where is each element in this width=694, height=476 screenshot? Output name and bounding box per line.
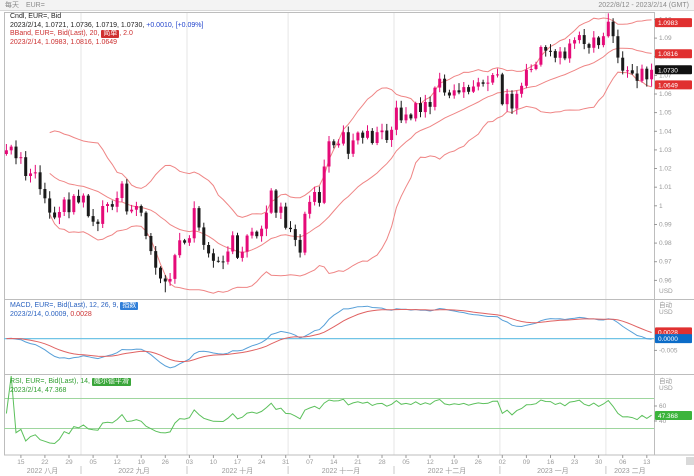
svg-text:-0.005: -0.005 <box>659 347 678 354</box>
macd-panel-legend: MACD, EUR=, Bid(Last), 12, 26, 9, 指数 202… <box>10 302 138 319</box>
svg-text:1.09: 1.09 <box>659 35 672 42</box>
panel-frames <box>4 13 694 466</box>
svg-text:1.06: 1.06 <box>659 91 672 98</box>
x-axis: 15 22 29 05 12 19 26 03 10 17 24 31 07 14 21 28 05 12 19 26… <box>17 455 651 475</box>
svg-text:05: 05 <box>89 459 97 466</box>
macd-legend-text: MACD, EUR=, Bid(Last), 12, 26, 9, <box>10 302 118 309</box>
svg-text:29: 29 <box>65 459 73 466</box>
svg-text:14: 14 <box>330 459 338 466</box>
svg-text:19: 19 <box>138 459 146 466</box>
svg-text:19: 19 <box>451 459 459 466</box>
svg-text:1.03: 1.03 <box>659 147 672 154</box>
svg-text:0.97: 0.97 <box>659 259 672 266</box>
macd-axis-unit-label: USD <box>659 309 673 316</box>
svg-text:22: 22 <box>41 459 49 466</box>
month-label: 2023 一月 <box>537 467 569 475</box>
bollinger-bands <box>50 18 652 293</box>
svg-text:0.96: 0.96 <box>659 277 672 284</box>
macd-axis: 自动USD-0.0050.00280.0000 <box>654 300 692 354</box>
svg-text:1.0816: 1.0816 <box>658 51 678 58</box>
svg-text:13: 13 <box>643 459 651 466</box>
svg-text:31: 31 <box>282 459 290 466</box>
svg-text:0.99: 0.99 <box>659 222 672 229</box>
bband-legend-values: 2023/2/14, 1.0983, 1.0816, 1.0649 <box>10 39 203 48</box>
rsi-axis-scale-label: 自动 <box>659 376 673 385</box>
svg-text:10: 10 <box>210 459 218 466</box>
svg-text:1.04: 1.04 <box>659 128 672 135</box>
macd-axis-scale-label: 自动 <box>659 300 673 309</box>
axis-corner-handle[interactable] <box>686 457 694 465</box>
rsi-smoothing-chip[interactable]: 威尔德平滑 <box>92 378 131 386</box>
rsi-legend-text: RSI, EUR=, Bid(Last), 14, <box>10 378 90 385</box>
macd-value: 2023/2/14, 0.0009, <box>10 311 68 318</box>
chart-canvas[interactable]: 1.101.091.081.071.061.051.041.031.021.01… <box>0 0 694 476</box>
svg-text:0.98: 0.98 <box>659 240 672 247</box>
month-label: 2022 八月 <box>27 467 59 475</box>
month-label: 2022 九月 <box>118 466 150 475</box>
bband-ma-type-chip[interactable]: 简单 <box>101 30 119 38</box>
svg-text:21: 21 <box>354 459 362 466</box>
svg-text:30: 30 <box>595 459 603 466</box>
svg-text:1.0983: 1.0983 <box>658 20 678 27</box>
rsi-value: 2023/2/14, 47.368 <box>10 387 66 394</box>
svg-text:23: 23 <box>571 459 579 466</box>
svg-text:1.05: 1.05 <box>659 110 672 117</box>
svg-text:28: 28 <box>378 459 386 466</box>
svg-text:1.01: 1.01 <box>659 184 672 191</box>
price-axis-unit-label: USD <box>659 288 673 295</box>
macd-signal-value: 0.0028 <box>70 311 91 318</box>
svg-text:26: 26 <box>162 459 170 466</box>
svg-text:05: 05 <box>402 459 410 466</box>
svg-text:02: 02 <box>499 459 507 466</box>
price-axis: 1.101.091.081.071.061.051.041.031.021.01… <box>654 17 692 296</box>
svg-text:16: 16 <box>547 459 555 466</box>
bband-legend-title: BBand, EUR=, Bid(Last), 20, 简单, 2.0 <box>10 30 203 39</box>
rsi-axis-unit-label: USD <box>659 385 673 392</box>
svg-text:12: 12 <box>113 459 121 466</box>
macd-legend-values: 2023/2/14, 0.0009, 0.0028 <box>10 311 138 320</box>
svg-text:06: 06 <box>619 459 627 466</box>
svg-text:07: 07 <box>306 459 314 466</box>
svg-text:09: 09 <box>523 459 531 466</box>
svg-text:1: 1 <box>659 203 663 210</box>
macd-ma-type-chip[interactable]: 指数 <box>120 302 138 310</box>
svg-text:15: 15 <box>17 459 25 466</box>
chart-window: 每天 EUR= 2022/8/12 - 2023/2/14 (GMT) 1.10… <box>0 0 694 476</box>
svg-text:03: 03 <box>186 459 194 466</box>
macd-legend-title: MACD, EUR=, Bid(Last), 12, 26, 9, 指数 <box>10 302 138 311</box>
svg-text:0.0000: 0.0000 <box>658 336 678 343</box>
month-label: 2023 二月 <box>614 467 646 475</box>
candles-layer <box>5 13 653 292</box>
candle-legend-title: Cndl, EUR=, Bid <box>10 13 203 22</box>
candle-legend-text: Cndl, EUR=, Bid <box>10 13 61 20</box>
rsi-axis: 自动USD604047.368 <box>654 376 692 425</box>
bband-values: 2023/2/14, 1.0983, 1.0816, 1.0649 <box>10 39 117 46</box>
svg-text:1.0730: 1.0730 <box>658 67 678 74</box>
svg-text:26: 26 <box>475 459 483 466</box>
svg-text:60: 60 <box>659 403 667 410</box>
ohlc-values: 2023/2/14, 1.0721, 1.0736, 1.0719, 1.073… <box>10 22 144 29</box>
month-label: 2022 十二月 <box>428 466 467 475</box>
rsi-panel-legend: RSI, EUR=, Bid(Last), 14, 威尔德平滑 2023/2/1… <box>10 378 131 395</box>
rsi-legend-values: 2023/2/14, 47.368 <box>10 387 131 396</box>
svg-text:12: 12 <box>426 459 434 466</box>
month-label: 2022 十一月 <box>322 466 361 475</box>
candle-legend-values: 2023/2/14, 1.0721, 1.0736, 1.0719, 1.073… <box>10 22 203 31</box>
svg-text:24: 24 <box>258 459 266 466</box>
month-label: 2022 十月 <box>222 466 254 475</box>
svg-text:17: 17 <box>234 459 242 466</box>
price-panel-legend: Cndl, EUR=, Bid 2023/2/14, 1.0721, 1.073… <box>10 13 203 47</box>
change-values: +0.0010, [+0.09%] <box>146 22 203 29</box>
rsi-legend-title: RSI, EUR=, Bid(Last), 14, 威尔德平滑 <box>10 378 131 387</box>
svg-text:47.368: 47.368 <box>658 413 678 420</box>
svg-text:1.0649: 1.0649 <box>658 82 678 89</box>
bband-legend-text: BBand, EUR=, Bid(Last), 20, <box>10 30 99 37</box>
bband-legend-suffix: , 2.0 <box>119 30 133 37</box>
svg-text:1.02: 1.02 <box>659 166 672 173</box>
